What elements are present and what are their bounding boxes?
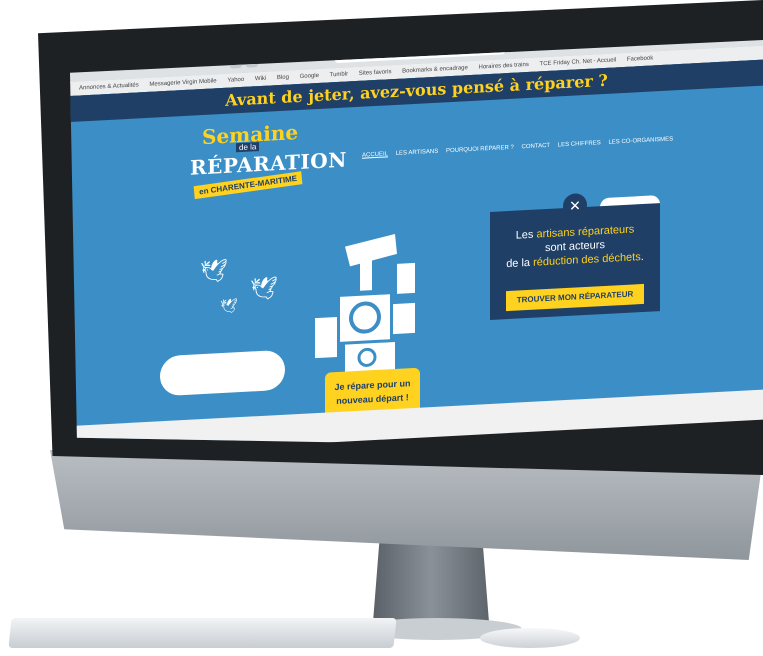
cloud <box>160 349 285 397</box>
card-text-part: de la <box>506 256 534 271</box>
bookmark[interactable]: Google <box>300 73 319 80</box>
bird-icon: 🕊 <box>220 297 238 315</box>
nav-item-pourquoi[interactable]: POURQUOI RÉPARER ? <box>446 145 514 155</box>
bookmark[interactable]: Wiki <box>255 76 266 83</box>
site-logo[interactable]: Semaine de la RÉPARATION en CHARENTE-MAR… <box>190 117 360 204</box>
keyboard <box>8 618 397 648</box>
mouse <box>480 628 580 648</box>
nav-item-organismes[interactable]: LES CO-ORGANISMES <box>608 136 673 145</box>
nav-item-chiffres[interactable]: LES CHIFFRES <box>558 140 601 148</box>
card-text-part: . <box>640 250 644 264</box>
logo-dela: de la <box>236 142 260 153</box>
tools-icon: ✕ <box>563 192 587 219</box>
nav-item-accueil[interactable]: ACCUEIL <box>362 151 388 158</box>
bookmark[interactable]: Horaires des trains <box>479 62 529 71</box>
nav-item-contact[interactable]: CONTACT <box>522 143 551 150</box>
imac: www.semainedelareparation.fr Annonces & … <box>0 0 763 656</box>
card-text: Les artisans réparateurs sont acteurs de… <box>490 221 660 272</box>
appliances-illustration <box>315 233 415 375</box>
find-repairer-button[interactable]: TROUVER MON RÉPARATEUR <box>506 283 644 312</box>
bookmark[interactable]: Messagerie Virgin Mobile <box>149 78 216 88</box>
screen-content: www.semainedelareparation.fr Annonces & … <box>70 40 763 450</box>
bookmark[interactable]: Blog <box>277 75 289 82</box>
bookmark[interactable]: Facebook <box>627 55 653 62</box>
nav-item-artisans[interactable]: LES ARTISANS <box>396 149 439 157</box>
website: Avant de jeter, avez-vous pensé à répare… <box>70 59 763 450</box>
bookmark[interactable]: TCE Friday Ch. Net - Accueil <box>540 57 617 67</box>
bookmark[interactable]: Yahoo <box>227 77 244 84</box>
bird-icon: 🕊 <box>200 257 228 285</box>
bookmark[interactable]: Tumblr <box>330 71 348 78</box>
bird-icon: 🕊 <box>250 275 278 302</box>
card-text-part: Les <box>515 228 537 242</box>
monitor-screen: www.semainedelareparation.fr Annonces & … <box>70 40 763 450</box>
main-nav: ACCUEIL LES ARTISANS POURQUOI RÉPARER ? … <box>362 136 679 158</box>
bookmark[interactable]: Sites favoris <box>359 69 392 77</box>
bookmark[interactable]: Annonces & Actualités <box>79 82 139 91</box>
bookmark[interactable]: Bookmarks & encadrage <box>402 65 468 74</box>
artisans-card: ✕ Les artisans réparateurs sont acteurs … <box>490 192 660 320</box>
